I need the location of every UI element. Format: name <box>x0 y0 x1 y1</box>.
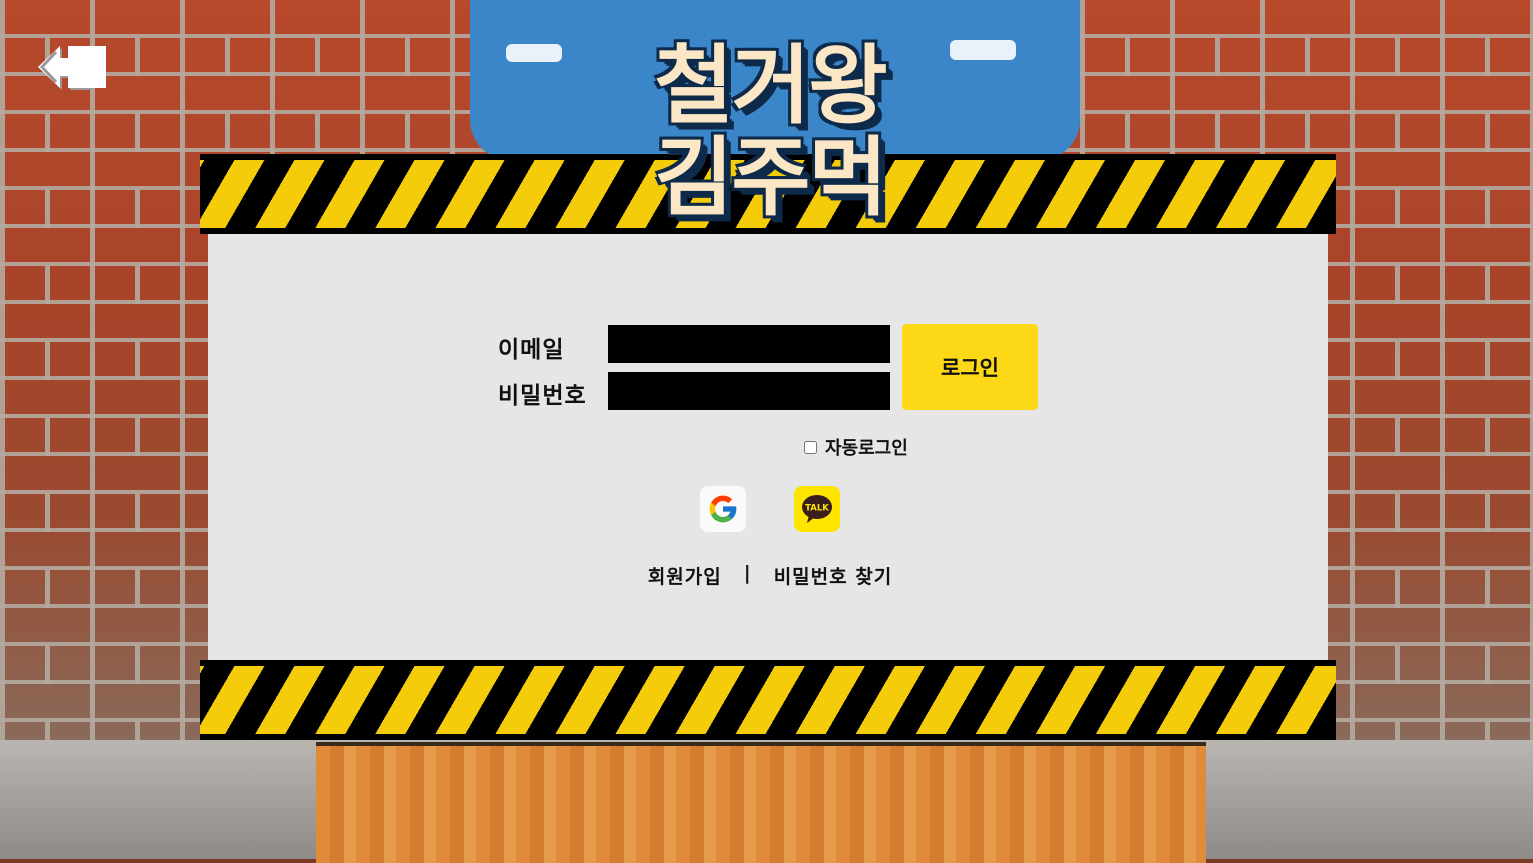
title-line-2: 김주먹 <box>654 128 887 228</box>
auto-login-label: 자동로그인 <box>825 438 908 459</box>
cloud <box>506 44 562 62</box>
back-button[interactable] <box>36 44 108 94</box>
auto-login-checkbox[interactable] <box>804 440 817 454</box>
auto-login[interactable]: 자동로그인 <box>804 434 908 460</box>
email-input[interactable] <box>608 325 890 363</box>
back-arrow-icon <box>38 46 106 90</box>
password-input[interactable] <box>608 372 890 410</box>
find-password-link[interactable]: 비밀번호 찾기 <box>774 562 893 589</box>
cloud <box>950 40 1016 60</box>
google-icon <box>709 495 737 523</box>
kakao-login-button[interactable]: TALK <box>794 486 840 532</box>
caution-stripe-bottom <box>200 660 1336 740</box>
login-button[interactable]: 로그인 <box>902 324 1038 410</box>
login-panel <box>208 234 1328 660</box>
link-separator: | <box>743 562 752 584</box>
title-line-1: 철거왕 <box>654 36 887 136</box>
kakaotalk-icon: TALK <box>802 495 832 523</box>
game-title: 철거왕 김주먹 <box>600 40 940 224</box>
password-label: 비밀번호 <box>498 383 587 409</box>
kakao-talk-text: TALK <box>805 504 829 514</box>
signup-link[interactable]: 회원가입 <box>648 562 722 589</box>
wooden-pallet <box>316 742 1206 863</box>
footer-links: 회원가입 | 비밀번호 찾기 <box>620 562 920 589</box>
google-login-button[interactable] <box>700 486 746 532</box>
email-label: 이메일 <box>498 337 565 363</box>
